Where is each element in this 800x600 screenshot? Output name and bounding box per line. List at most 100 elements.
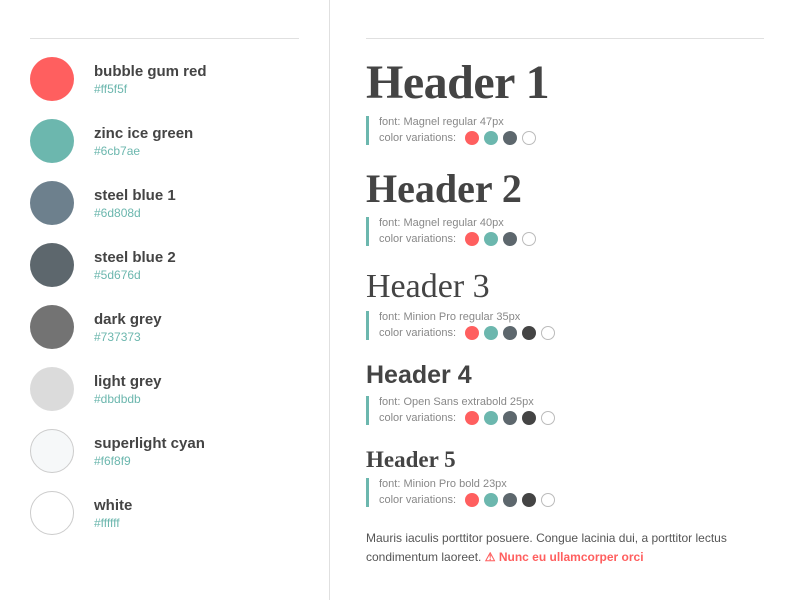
color-hex: #6d808d [94, 206, 176, 220]
color-dot-outline [541, 411, 555, 425]
typography-panel: Header 1 font: Magnel regular 47px color v… [330, 0, 800, 600]
color-swatch [30, 429, 74, 473]
color-hex: #f6f8f9 [94, 454, 205, 468]
type-font: font: Magnel regular 47px [379, 116, 764, 128]
color-swatch [30, 367, 74, 411]
color-dots-row: color variations: [379, 232, 764, 246]
type-meta: font: Magnel regular 40px color variation… [366, 217, 764, 246]
color-hex: #737373 [94, 330, 162, 344]
color-info: bubble gum red #ff5f5f [94, 63, 207, 96]
body-text-highlight: ⚠ Nunc eu ullamcorper orci [485, 550, 644, 564]
color-item: steel blue 2 #5d676d [30, 243, 299, 287]
color-name: light grey [94, 373, 162, 390]
color-swatch [30, 491, 74, 535]
color-name: white [94, 497, 132, 514]
color-dot [484, 493, 498, 507]
color-dots-label: color variations: [379, 233, 456, 245]
color-dots-row: color variations: [379, 493, 764, 507]
color-dot [484, 232, 498, 246]
color-palette-title [30, 28, 299, 39]
color-hex: #dbdbdb [94, 392, 162, 406]
type-font: font: Magnel regular 40px [379, 217, 764, 229]
color-dots-row: color variations: [379, 411, 764, 425]
type-section: Header 4 font: Open Sans extrabold 25px co… [366, 362, 764, 425]
color-item: dark grey #737373 [30, 305, 299, 349]
color-dots-label: color variations: [379, 327, 456, 339]
color-info: steel blue 2 #5d676d [94, 249, 176, 282]
color-hex: #ff5f5f [94, 82, 207, 96]
type-meta: font: Minion Pro regular 35px color varia… [366, 311, 764, 340]
type-section: Header 3 font: Minion Pro regular 35px col… [366, 268, 764, 340]
color-item: superlight cyan #f6f8f9 [30, 429, 299, 473]
color-dots-row: color variations: [379, 131, 764, 145]
color-dot [465, 411, 479, 425]
color-dot [522, 493, 536, 507]
color-item: steel blue 1 #6d808d [30, 181, 299, 225]
color-dot [484, 411, 498, 425]
color-list: bubble gum red #ff5f5f zinc ice green #6cb7… [30, 57, 299, 535]
color-dot [503, 493, 517, 507]
type-font: font: Minion Pro regular 35px [379, 311, 764, 323]
typography-title [366, 28, 764, 39]
color-name: superlight cyan [94, 435, 205, 452]
color-swatch [30, 181, 74, 225]
color-info: dark grey #737373 [94, 311, 162, 344]
color-info: steel blue 1 #6d808d [94, 187, 176, 220]
color-dot [484, 131, 498, 145]
type-section: Header 5 font: Minion Pro bold 23px color … [366, 447, 764, 507]
color-dots-row: color variations: [379, 326, 764, 340]
color-item: zinc ice green #6cb7ae [30, 119, 299, 163]
color-info: white #ffffff [94, 497, 132, 530]
color-swatch [30, 305, 74, 349]
type-section: Header 1 font: Magnel regular 47px color v… [366, 57, 764, 145]
header-1: Header 1 [366, 57, 764, 110]
header-5: Header 5 [366, 447, 764, 472]
type-font: font: Open Sans extrabold 25px [379, 396, 764, 408]
color-dots-label: color variations: [379, 494, 456, 506]
color-name: steel blue 2 [94, 249, 176, 266]
body-text-section: Mauris iaculis porttitor posuere. Congue… [366, 529, 764, 567]
type-meta: font: Open Sans extrabold 25px color vari… [366, 396, 764, 425]
color-dots-label: color variations: [379, 132, 456, 144]
color-item: white #ffffff [30, 491, 299, 535]
color-dot [503, 326, 517, 340]
color-dot [465, 131, 479, 145]
type-meta: font: Minion Pro bold 23px color variatio… [366, 478, 764, 507]
type-meta: font: Magnel regular 47px color variation… [366, 116, 764, 145]
color-dot-outline [522, 232, 536, 246]
color-hex: #ffffff [94, 516, 132, 530]
typography-list: Header 1 font: Magnel regular 47px color v… [366, 57, 764, 507]
header-3: Header 3 [366, 268, 764, 305]
color-name: zinc ice green [94, 125, 193, 142]
color-swatch [30, 119, 74, 163]
color-dot [503, 131, 517, 145]
color-info: superlight cyan #f6f8f9 [94, 435, 205, 468]
color-item: light grey #dbdbdb [30, 367, 299, 411]
color-name: bubble gum red [94, 63, 207, 80]
color-info: light grey #dbdbdb [94, 373, 162, 406]
color-dot-outline [541, 326, 555, 340]
color-dot [484, 326, 498, 340]
color-info: zinc ice green #6cb7ae [94, 125, 193, 158]
color-dot [465, 493, 479, 507]
header-4: Header 4 [366, 362, 764, 390]
color-dot [522, 411, 536, 425]
color-swatch [30, 57, 74, 101]
color-name: steel blue 1 [94, 187, 176, 204]
color-dot [522, 326, 536, 340]
color-dot [503, 411, 517, 425]
type-font: font: Minion Pro bold 23px [379, 478, 764, 490]
color-hex: #6cb7ae [94, 144, 193, 158]
color-item: bubble gum red #ff5f5f [30, 57, 299, 101]
color-dots-label: color variations: [379, 412, 456, 424]
color-name: dark grey [94, 311, 162, 328]
color-hex: #5d676d [94, 268, 176, 282]
color-palette-panel: bubble gum red #ff5f5f zinc ice green #6cb7… [0, 0, 330, 600]
color-swatch [30, 243, 74, 287]
color-dot [465, 326, 479, 340]
color-dot [465, 232, 479, 246]
color-dot-outline [522, 131, 536, 145]
body-text-content: Mauris iaculis porttitor posuere. Congue… [366, 529, 764, 567]
color-dot-outline [541, 493, 555, 507]
color-dot [503, 232, 517, 246]
